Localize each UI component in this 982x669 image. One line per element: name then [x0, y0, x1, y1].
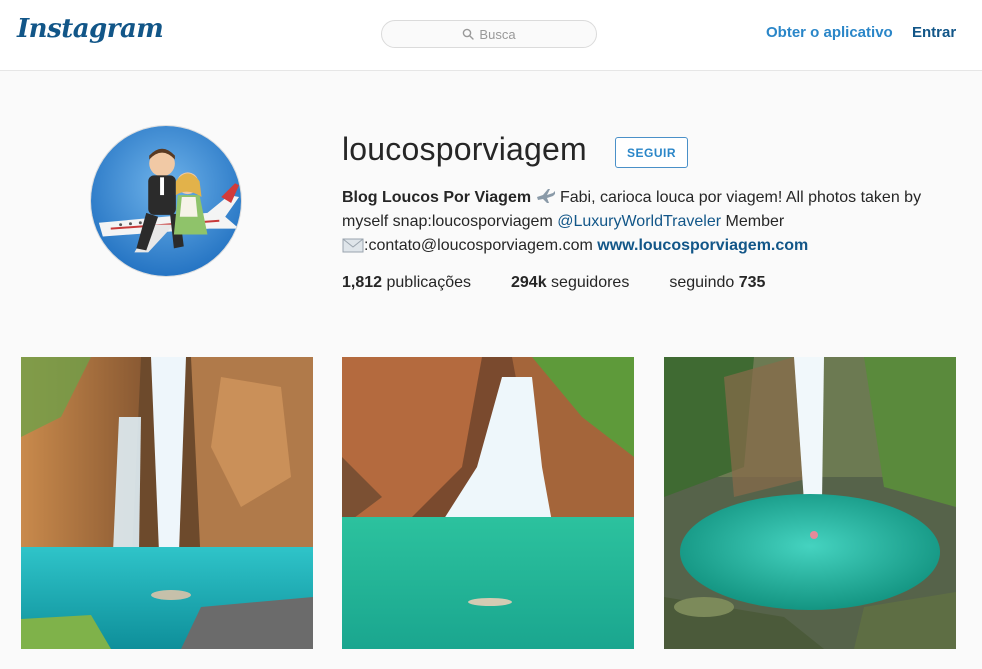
- post-thumbnail[interactable]: [664, 357, 956, 649]
- profile-bio: Blog Loucos Por Viagem Fabi, carioca lou…: [342, 186, 957, 258]
- search-icon: [463, 28, 475, 40]
- search-placeholder: Busca: [479, 26, 516, 42]
- search-input[interactable]: Busca: [381, 20, 597, 48]
- avatar-image: [91, 126, 241, 276]
- profile-username: loucosporviagem: [342, 131, 587, 167]
- top-navigation-bar: Instagram Busca Obter o aplicativo Entra…: [0, 0, 982, 71]
- envelope-icon: [342, 238, 364, 253]
- airplane-icon: [536, 189, 555, 203]
- posts-count: 1,812: [342, 274, 383, 291]
- followers-count-stat: 294k seguidores: [511, 274, 629, 292]
- bio-name: Blog Loucos Por Viagem: [342, 189, 532, 206]
- following-label: seguindo: [669, 274, 735, 291]
- get-app-link[interactable]: Obter o aplicativo: [766, 24, 893, 41]
- followers-label: seguidores: [551, 274, 630, 291]
- post-thumbnail[interactable]: [342, 357, 634, 649]
- follow-button[interactable]: SEGUIR: [615, 137, 688, 168]
- following-count-stat: seguindo 735: [669, 274, 765, 292]
- following-count: 735: [738, 274, 766, 291]
- profile-avatar: [90, 125, 242, 277]
- posts-label: publicações: [386, 274, 472, 291]
- login-link[interactable]: Entrar: [912, 24, 956, 41]
- instagram-logo[interactable]: Instagram: [17, 14, 164, 44]
- post-image-waterfall-canyon: [21, 357, 313, 649]
- posts-count-stat: 1,812 publicações: [342, 274, 471, 292]
- post-image-waterfall-pool: [342, 357, 634, 649]
- followers-count: 294k: [511, 274, 547, 291]
- bio-mention-link[interactable]: @LuxuryWorldTraveler: [557, 213, 721, 230]
- bio-contact-email: :contato@loucosporviagem.com: [364, 237, 593, 254]
- bio-website-link[interactable]: www.loucosporviagem.com: [597, 237, 808, 254]
- post-thumbnail[interactable]: [21, 357, 313, 649]
- post-image-waterfall-lagoon: [664, 357, 956, 649]
- bio-member-text: Member: [725, 213, 785, 230]
- profile-stats: 1,812 publicações 294k seguidores seguin…: [342, 274, 805, 292]
